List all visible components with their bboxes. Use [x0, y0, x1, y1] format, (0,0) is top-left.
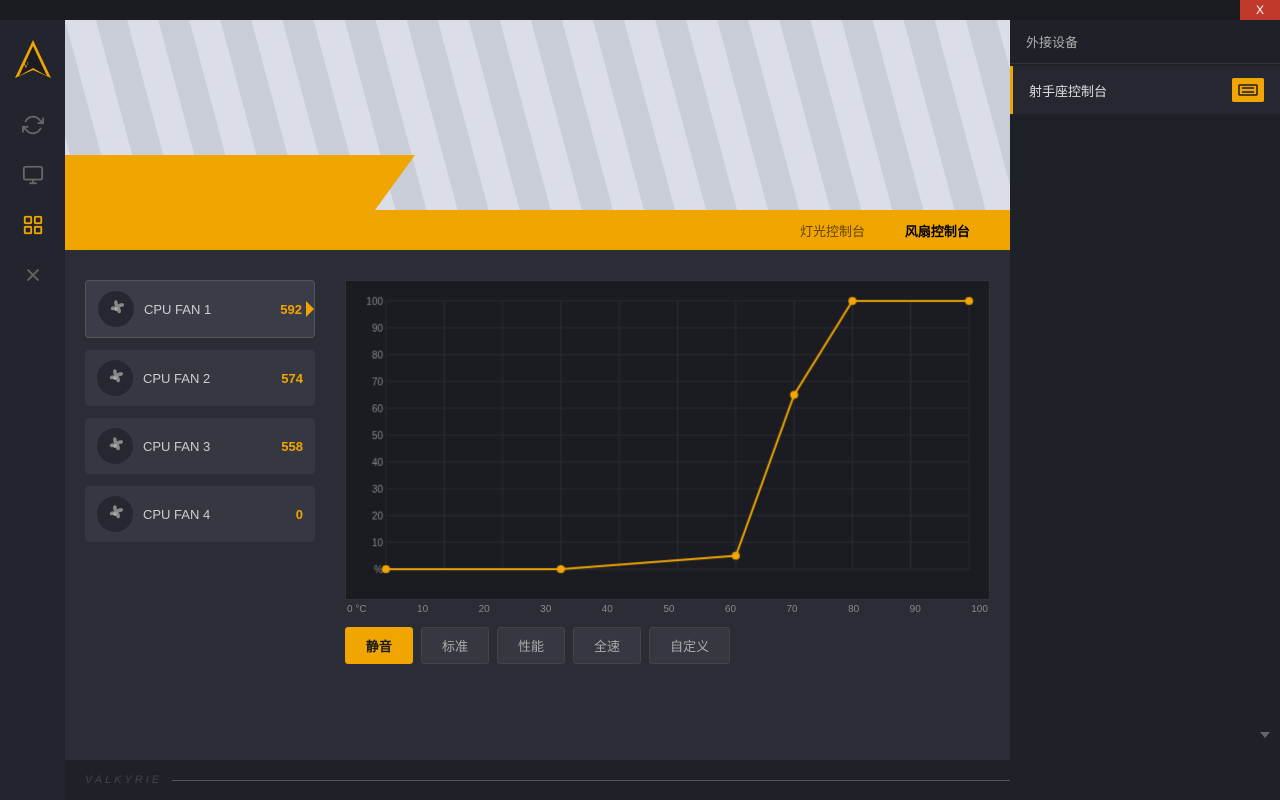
- logo-area: V: [8, 35, 58, 85]
- x-label-1: 10: [417, 604, 428, 615]
- fan-value-3: 558: [281, 439, 303, 454]
- fan-name-2: CPU FAN 2: [143, 371, 281, 386]
- banner: 灯光控制台 风扇控制台: [65, 20, 1010, 250]
- mode-custom[interactable]: 自定义: [649, 627, 730, 664]
- fan-item-2[interactable]: CPU FAN 2 574: [85, 350, 315, 406]
- tab-lighting[interactable]: 灯光控制台: [780, 213, 885, 248]
- sidebar-icon-grid[interactable]: [13, 205, 53, 245]
- fan-icon-2: [104, 367, 126, 389]
- x-label-10: 100: [971, 604, 988, 615]
- fan-item-1[interactable]: CPU FAN 1 592: [85, 280, 315, 338]
- x-label-7: 70: [786, 604, 797, 615]
- right-panel-header: 外接设备: [1010, 20, 1280, 64]
- close-button[interactable]: X: [1240, 0, 1280, 20]
- fan-icon-wrap-4: [97, 496, 133, 532]
- right-panel: 外接设备 射手座控制台: [1010, 20, 1280, 800]
- brand-logo: V: [11, 38, 55, 82]
- device-item-0[interactable]: 射手座控制台: [1010, 66, 1280, 114]
- device-label: 射手座控制台: [1029, 81, 1232, 100]
- chart-x-labels: 0 °C 10 20 30 40 50 60 70 80 90 100: [345, 604, 990, 615]
- fan-item-3[interactable]: CPU FAN 3 558: [85, 418, 315, 474]
- fan-icon-wrap-1: [98, 291, 134, 327]
- sidebar-icon-tools[interactable]: [13, 255, 53, 295]
- svg-text:V: V: [23, 61, 29, 70]
- chart-container: 0 °C 10 20 30 40 50 60 70 80 90 100 静音 标…: [345, 280, 990, 664]
- fan-value-2: 574: [281, 371, 303, 386]
- fan-name-4: CPU FAN 4: [143, 507, 296, 522]
- fan-value-4: 0: [296, 507, 303, 522]
- mode-standard[interactable]: 标准: [421, 627, 489, 664]
- fan-value-1: 592: [280, 302, 302, 317]
- fan-name-1: CPU FAN 1: [144, 302, 280, 317]
- x-label-9: 90: [910, 604, 921, 615]
- fan-icon-wrap-3: [97, 428, 133, 464]
- x-label-6: 60: [725, 604, 736, 615]
- fan-icon-3: [104, 435, 126, 457]
- scroll-indicator: [1255, 725, 1275, 750]
- fan-item-4[interactable]: CPU FAN 4 0: [85, 486, 315, 542]
- fan-icon-4: [104, 503, 126, 525]
- fan-chart: [356, 291, 979, 589]
- x-label-3: 30: [540, 604, 551, 615]
- bottom-divider: [172, 780, 1010, 781]
- tab-fan[interactable]: 风扇控制台: [885, 213, 990, 248]
- main-content: 灯光控制台 风扇控制台 CPU FAN 1 592: [65, 20, 1010, 800]
- mode-buttons: 静音 标准 性能 全速 自定义: [345, 627, 990, 664]
- mode-full[interactable]: 全速: [573, 627, 641, 664]
- bottom-bar: VALKYRIE: [65, 760, 1010, 800]
- x-label-8: 80: [848, 604, 859, 615]
- sidebar-icon-refresh[interactable]: [13, 105, 53, 145]
- x-label-4: 40: [602, 604, 613, 615]
- banner-tab-bar: 灯光控制台 风扇控制台: [65, 210, 1010, 250]
- left-sidebar: V: [0, 20, 65, 800]
- x-label-0: 0 °C: [347, 604, 367, 615]
- fan-list: CPU FAN 1 592 CPU FAN 2 574: [85, 280, 315, 664]
- chart-wrapper: [345, 280, 990, 600]
- mode-performance[interactable]: 性能: [497, 627, 565, 664]
- banner-accent: [65, 155, 415, 210]
- x-label-5: 50: [663, 604, 674, 615]
- mode-silent[interactable]: 静音: [345, 627, 413, 664]
- fan-control-area: CPU FAN 1 592 CPU FAN 2 574: [65, 250, 1010, 694]
- title-bar: X: [0, 0, 1280, 20]
- x-label-2: 20: [479, 604, 490, 615]
- fan-name-3: CPU FAN 3: [143, 439, 281, 454]
- device-icon: [1232, 78, 1264, 102]
- bottom-logo-text: VALKYRIE: [85, 774, 162, 786]
- sidebar-icon-display[interactable]: [13, 155, 53, 195]
- fan-icon-1: [105, 298, 127, 320]
- fan-icon-wrap-2: [97, 360, 133, 396]
